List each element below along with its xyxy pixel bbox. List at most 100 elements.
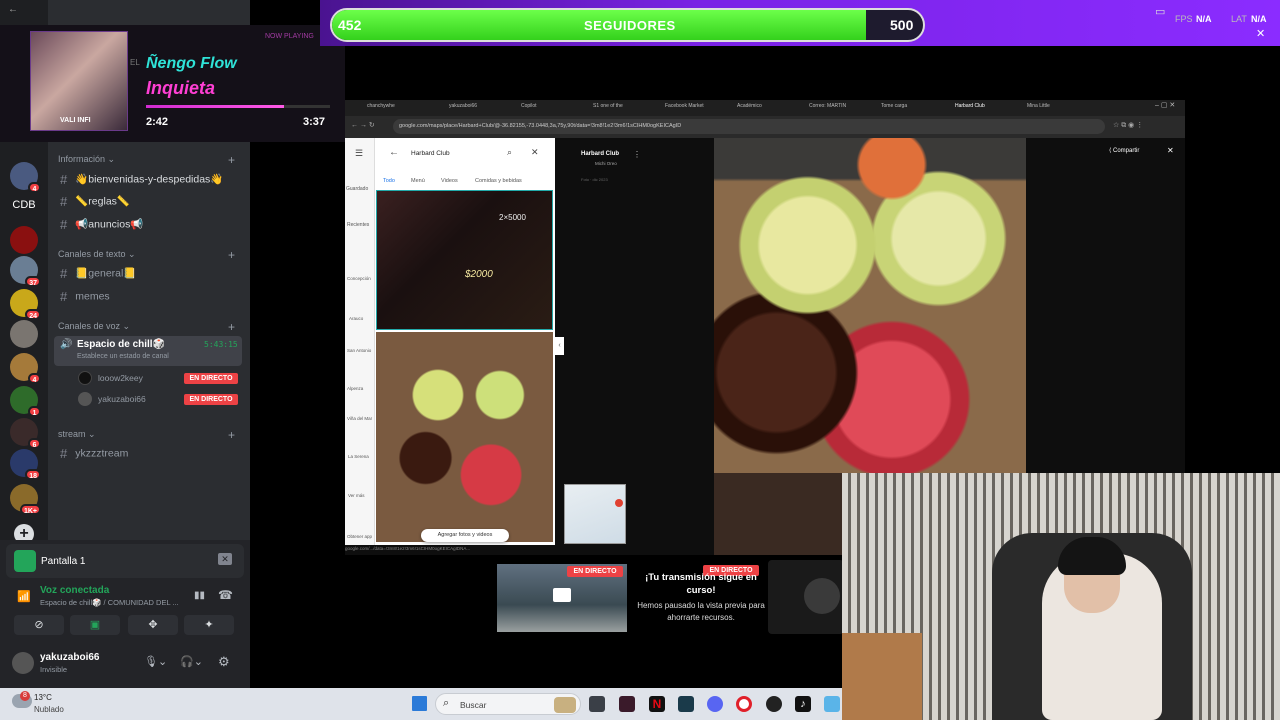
- stop-share-icon[interactable]: ✕: [218, 553, 232, 565]
- server-icon[interactable]: 37: [10, 256, 41, 287]
- voice-connected[interactable]: Voz conectada: [40, 585, 109, 596]
- server-icon[interactable]: 1: [10, 386, 41, 417]
- activities-button[interactable]: ✥: [128, 615, 178, 635]
- status-url: google.com/.../data=!3m8!1e2!3m6!1sCIHM0…: [345, 546, 471, 551]
- server-icon[interactable]: [10, 320, 38, 348]
- browser-tab[interactable]: Copilot: [521, 103, 537, 109]
- netflix-icon[interactable]: N: [649, 696, 665, 712]
- back-icon[interactable]: ←: [389, 147, 399, 158]
- server-icon[interactable]: 6: [10, 418, 41, 449]
- nav-icons[interactable]: ← → ↻: [351, 121, 375, 129]
- add-channel-icon[interactable]: +: [228, 248, 235, 262]
- menu-icon[interactable]: ☰: [355, 148, 363, 159]
- fps-value: N/A: [1196, 14, 1212, 24]
- server-icon[interactable]: [10, 226, 38, 254]
- maps-tab-videos[interactable]: Videos: [441, 178, 458, 184]
- headphones-icon[interactable]: 🎧⌄: [180, 655, 203, 668]
- voice-user[interactable]: looow2keey EN DIRECTO: [78, 370, 238, 386]
- close-icon[interactable]: ✕: [1256, 27, 1265, 40]
- app-icon[interactable]: [678, 696, 694, 712]
- share-screen-button[interactable]: ▣: [70, 615, 120, 635]
- task-view-icon[interactable]: [589, 696, 605, 712]
- server-icon[interactable]: 24: [10, 289, 41, 320]
- maps-tab-food[interactable]: Comidas y bebidas: [475, 178, 522, 184]
- mic-icon[interactable]: 🎙⌄: [144, 655, 167, 668]
- minimap-thumbnail[interactable]: [564, 484, 626, 544]
- browser-tab-active[interactable]: Harbard Club: [955, 103, 985, 109]
- opera-icon[interactable]: [736, 696, 752, 712]
- soundboard-button[interactable]: ✦: [184, 615, 234, 635]
- disconnect-icon[interactable]: ☎: [218, 588, 233, 602]
- username[interactable]: yakuzaboi66: [40, 652, 99, 663]
- category-voice[interactable]: Canales de voz ⌄ +: [58, 320, 235, 334]
- address-bar: ← → ↻ google.com/maps/place/Harbard+Club…: [345, 116, 1185, 138]
- server-icon[interactable]: 4: [10, 353, 41, 384]
- close-icon[interactable]: ✕: [531, 147, 539, 158]
- channel-stream[interactable]: # ykzzztream: [60, 446, 128, 461]
- extension-icons[interactable]: ☆ ⧉ ◉ ⋮: [1113, 121, 1143, 130]
- more-options-icon[interactable]: ⋮: [633, 150, 641, 159]
- app-icon[interactable]: [619, 696, 635, 712]
- category-stream[interactable]: stream ⌄ +: [58, 428, 235, 442]
- browser-tab[interactable]: Facebook Market: [665, 103, 704, 109]
- browser-tab[interactable]: yakuzaboi66: [449, 103, 477, 109]
- camera-button[interactable]: ⊘: [14, 615, 64, 635]
- server-icon[interactable]: 4: [10, 162, 41, 193]
- browser-tab[interactable]: Mina Little: [1027, 103, 1050, 109]
- topleft-icons: ←: [8, 4, 18, 15]
- elapsed-time: 2:42: [146, 116, 169, 128]
- server-icon[interactable]: 18: [10, 449, 41, 480]
- browser-tab[interactable]: Académico: [737, 103, 762, 109]
- channel-memes[interactable]: # memes: [60, 289, 110, 304]
- settings-gear-icon[interactable]: ⚙: [218, 654, 230, 670]
- collapse-panel-icon[interactable]: ‹: [555, 337, 564, 355]
- channel-reglas[interactable]: # 📏reglas📏: [60, 194, 130, 209]
- server-cdb[interactable]: CDB: [8, 195, 40, 215]
- share-button[interactable]: ⟨ Compartir: [1109, 147, 1139, 154]
- follower-progress: 452 SEGUIDORES 500: [330, 8, 925, 42]
- channel-general[interactable]: # 📒general📒: [60, 266, 136, 281]
- browser-tab[interactable]: S1 one of the: [593, 103, 623, 109]
- browser-tab[interactable]: Correo: MARTIN: [809, 103, 846, 109]
- close-icon[interactable]: ✕: [1167, 146, 1174, 155]
- discord-icon[interactable]: [707, 696, 723, 712]
- category-text[interactable]: Canales de texto ⌄ +: [58, 248, 235, 262]
- search-icon[interactable]: ⌕: [507, 147, 512, 158]
- photo-drinks[interactable]: [376, 332, 553, 542]
- noise-icon[interactable]: ▮▮: [194, 590, 205, 601]
- add-channel-icon[interactable]: +: [228, 428, 235, 442]
- voice-channel-active[interactable]: 🔊 Espacio de chill🎲 5:43:15 Establece un…: [54, 336, 242, 366]
- avatar[interactable]: [12, 652, 34, 674]
- stream-thumbnail[interactable]: [768, 560, 844, 634]
- add-channel-icon[interactable]: +: [228, 153, 235, 167]
- voice-user[interactable]: yakuzaboi66 EN DIRECTO: [78, 391, 238, 407]
- app-icon[interactable]: [824, 696, 840, 712]
- hash-icon: #: [60, 446, 68, 461]
- add-channel-icon[interactable]: +: [228, 320, 235, 334]
- music-widget: VALI INFI EL NOW PLAYING Ñengo Flow Inqu…: [0, 25, 345, 142]
- voice-connected-sub[interactable]: Espacio de chill🎲 / COMUNIDAD DEL ...: [40, 598, 179, 607]
- screen-label: Pantalla 1: [41, 556, 86, 567]
- photo-menu-board[interactable]: $2000 2×5000: [376, 190, 553, 330]
- webcam-feed: [842, 473, 1280, 720]
- followers-label: SEGUIDORES: [584, 18, 676, 33]
- obs-icon[interactable]: [766, 696, 782, 712]
- window-controls: ▭ FPS N/A LAT N/A: [1155, 4, 1275, 24]
- browser-tab[interactable]: chanchywhe: [367, 103, 395, 109]
- taskbar-search[interactable]: ⌕ Buscar: [435, 693, 581, 715]
- stream-thumbnail[interactable]: EN DIRECTO: [497, 564, 627, 632]
- maps-tab-all[interactable]: Todo: [383, 178, 395, 184]
- url-field[interactable]: google.com/maps/place/Harbard+Club/@-36.…: [393, 119, 1105, 134]
- windows-start-icon[interactable]: [412, 696, 427, 711]
- add-photos-button[interactable]: Agregar fotos y videos: [421, 529, 509, 542]
- browser-tab[interactable]: Tome carga: [881, 103, 907, 109]
- server-icon[interactable]: 1K+: [10, 484, 41, 515]
- channel-bienvenidas[interactable]: # 👋bienvenidas-y-despedidas👋: [60, 172, 223, 187]
- tiktok-icon[interactable]: ♪: [795, 696, 811, 712]
- channel-anuncios[interactable]: # 📢anuncios📢: [60, 217, 143, 232]
- maps-tab-menu[interactable]: Menú: [411, 178, 425, 184]
- screen-icon[interactable]: ▭: [1155, 5, 1165, 18]
- main-photo[interactable]: [714, 138, 1026, 473]
- category-info[interactable]: Información ⌄ +: [58, 153, 235, 167]
- window-buttons[interactable]: – ▢ ✕: [1155, 101, 1175, 109]
